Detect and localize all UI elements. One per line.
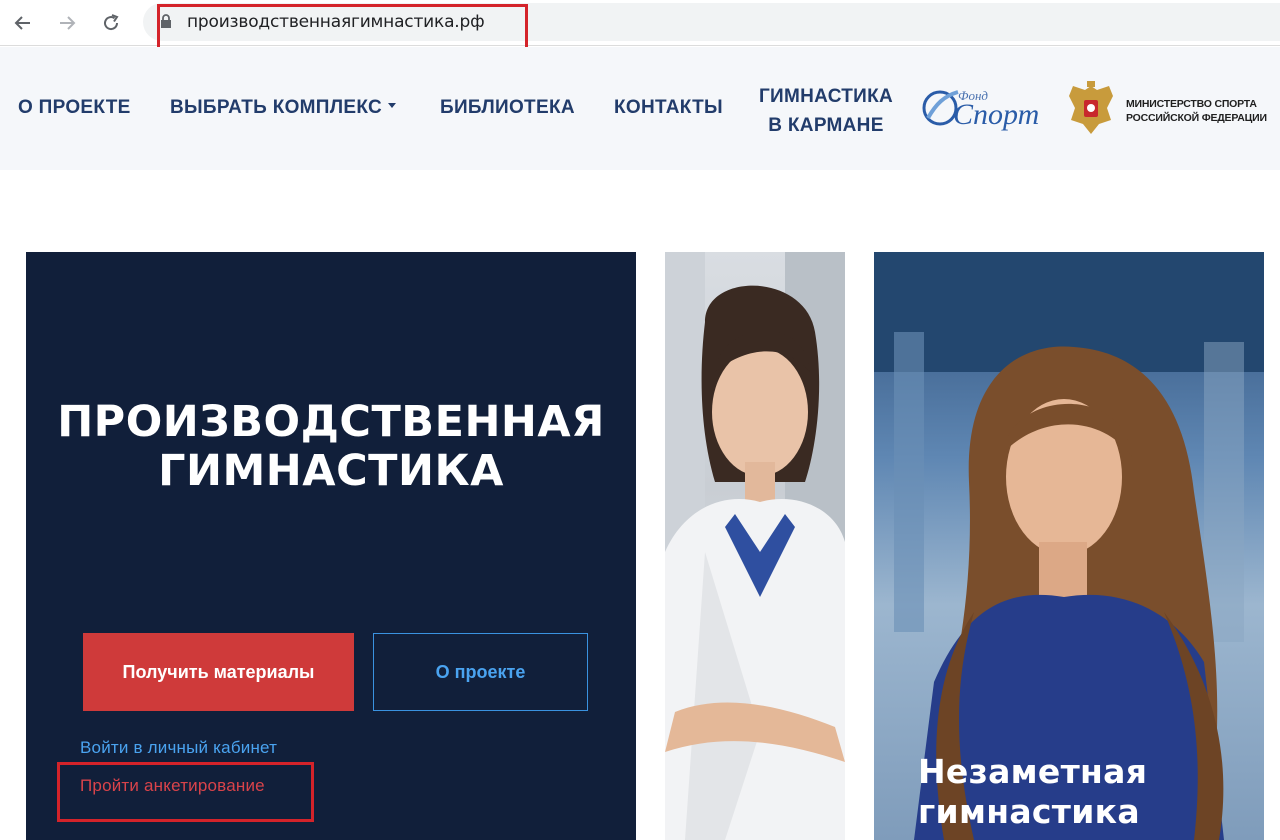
nav-choose-complex[interactable]: ВЫБРАТЬ КОМПЛЕКС [170, 97, 397, 119]
survey-annotation-box [57, 762, 314, 822]
card-caption-line1: Незаметная [918, 752, 1148, 791]
nav-choose-label: ВЫБРАТЬ КОМПЛЕКС [170, 97, 383, 118]
nav-pocket-gymnastics[interactable]: ГИМНАСТИКА В КАРМАНЕ [750, 82, 902, 140]
hero-title: ПРОИЗВОДСТВЕННАЯ ГИМНАСТИКА [26, 398, 636, 496]
url-annotation-box [157, 4, 528, 52]
back-icon[interactable] [8, 8, 38, 38]
hero-title-line2: ГИМНАСТИКА [158, 446, 504, 496]
ministry-line2: РОССИЙСКОЙ ФЕДЕРАЦИИ [1126, 112, 1267, 124]
coat-of-arms-icon[interactable] [1065, 80, 1117, 138]
card-caption-line2: гимнастика [918, 792, 1140, 831]
nav-library[interactable]: БИБЛИОТЕКА [440, 97, 575, 119]
nav-pocket-line2: В КАРМАНЕ [768, 115, 884, 136]
login-cabinet-link[interactable]: Войти в личный кабинет [80, 738, 277, 758]
about-project-button[interactable]: О проекте [373, 633, 588, 711]
reload-icon[interactable] [96, 8, 126, 38]
fond-logo-main: Спорт [953, 98, 1040, 131]
ministry-label[interactable]: МИНИСТЕРСТВО СПОРТА РОССИЙСКОЙ ФЕДЕРАЦИИ [1126, 97, 1267, 125]
ministry-line1: МИНИСТЕРСТВО СПОРТА [1126, 98, 1257, 110]
card-caption[interactable]: Незаметная гимнастика [918, 752, 1147, 832]
nav-contacts[interactable]: КОНТАКТЫ [614, 97, 723, 119]
caret-down-icon [388, 103, 397, 109]
forward-icon[interactable] [52, 8, 82, 38]
get-materials-button[interactable]: Получить материалы [83, 633, 354, 711]
hero-title-line1: ПРОИЗВОДСТВЕННАЯ [57, 397, 605, 447]
lab-worker-photo-icon [665, 252, 845, 840]
nav-pocket-line1: ГИМНАСТИКА [758, 86, 894, 107]
photo-card-lab-worker[interactable] [665, 252, 845, 840]
nav-about[interactable]: О ПРОЕКТЕ [18, 97, 131, 119]
